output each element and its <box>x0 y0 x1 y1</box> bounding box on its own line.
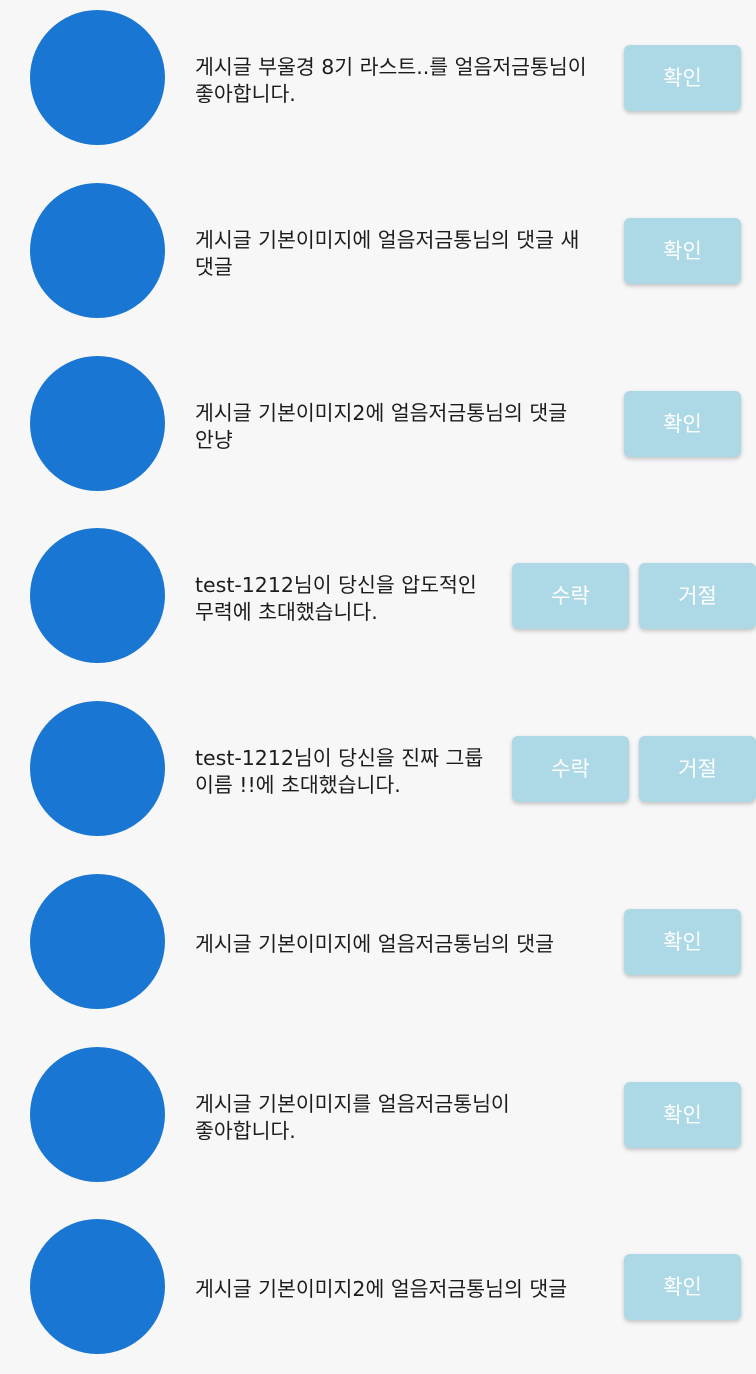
notification-item: test-1212님이 당신을 압도적인 무력에 초대했습니다. 수락 거절 <box>0 518 756 690</box>
reject-button[interactable]: 거절 <box>639 563 756 629</box>
confirm-button[interactable]: 확인 <box>624 45 741 111</box>
reject-button[interactable]: 거절 <box>639 736 756 802</box>
confirm-button[interactable]: 확인 <box>624 218 741 284</box>
notification-item: 게시글 부울경 8기 라스트..를 얼음저금통님이 좋아합니다. 확인 <box>0 0 756 172</box>
confirm-button[interactable]: 확인 <box>624 1082 741 1148</box>
confirm-button[interactable]: 확인 <box>624 1254 741 1320</box>
notification-item: 게시글 기본이미지2에 얼음저금통님의 댓글 안냥 확인 <box>0 346 756 518</box>
avatar <box>30 183 165 318</box>
notification-text: 게시글 기본이미지2에 얼음저금통님의 댓글 안냥 <box>195 401 568 452</box>
avatar <box>30 356 165 491</box>
notification-list: 게시글 부울경 8기 라스트..를 얼음저금통님이 좋아합니다. 확인 게시글 … <box>0 0 756 1374</box>
notification-text: 게시글 기본이미지에 얼음저금통님의 댓글 새 댓글 <box>195 228 580 279</box>
avatar <box>30 874 165 1009</box>
notification-text: 게시글 부울경 8기 라스트..를 얼음저금통님이 좋아합니다. <box>195 55 587 106</box>
avatar <box>30 528 165 663</box>
notification-text: test-1212님이 당신을 진짜 그룹 이름 !!에 초대했습니다. <box>195 746 484 797</box>
notification-text: 게시글 기본이미지를 얼음저금통님이 좋아합니다. <box>195 1092 510 1143</box>
accept-button[interactable]: 수락 <box>512 736 629 802</box>
avatar <box>30 1219 165 1354</box>
confirm-button[interactable]: 확인 <box>624 909 741 975</box>
notification-item: 게시글 기본이미지2에 얼음저금통님의 댓글 확인 <box>0 1209 756 1374</box>
notification-item: test-1212님이 당신을 진짜 그룹 이름 !!에 초대했습니다. 수락 … <box>0 691 756 863</box>
accept-button[interactable]: 수락 <box>512 563 629 629</box>
notification-text: 게시글 기본이미지에 얼음저금통님의 댓글 <box>195 932 555 956</box>
notification-item: 게시글 기본이미지에 얼음저금통님의 댓글 새 댓글 확인 <box>0 173 756 345</box>
notification-text: 게시글 기본이미지2에 얼음저금통님의 댓글 <box>195 1277 568 1301</box>
avatar <box>30 701 165 836</box>
avatar <box>30 10 165 145</box>
avatar <box>30 1047 165 1182</box>
notification-item: 게시글 기본이미지를 얼음저금통님이 좋아합니다. 확인 <box>0 1037 756 1209</box>
notification-item: 게시글 기본이미지에 얼음저금통님의 댓글 확인 <box>0 864 756 1036</box>
notification-text: test-1212님이 당신을 압도적인 무력에 초대했습니다. <box>195 573 477 624</box>
confirm-button[interactable]: 확인 <box>624 391 741 457</box>
